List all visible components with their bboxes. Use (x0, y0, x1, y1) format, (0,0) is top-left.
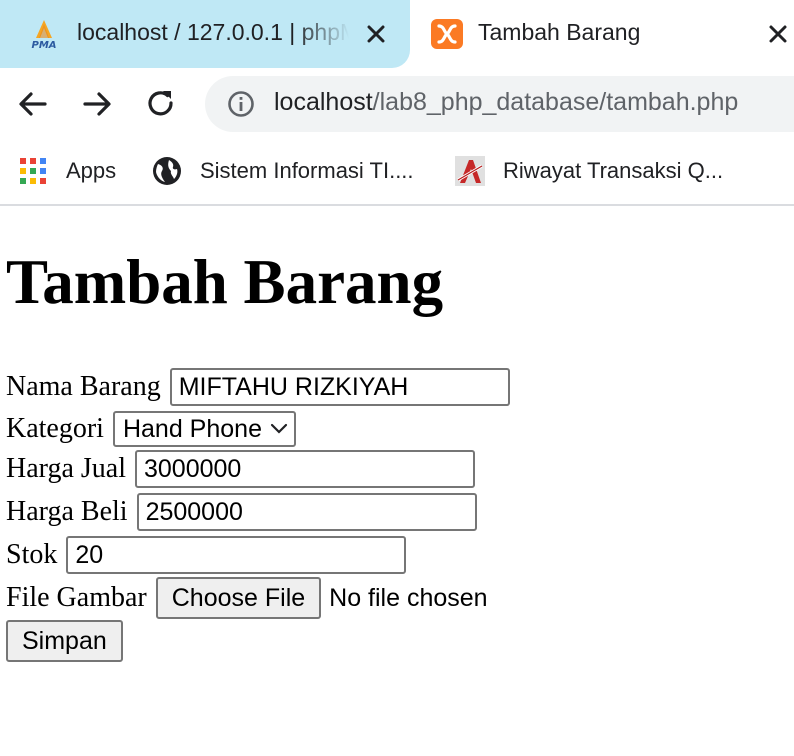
nama-barang-input[interactable]: MIFTAHU RIZKIYAH (169, 368, 510, 406)
harga-jual-input[interactable]: 3000000 (135, 450, 475, 488)
row-stok: Stok 20 (6, 534, 407, 576)
row-kategori: Kategori Hand Phone (6, 408, 296, 450)
phpmyadmin-icon: PMA (31, 20, 57, 50)
tab-tambah-barang[interactable]: Tambah Barang (410, 0, 794, 68)
forward-arrow-icon[interactable] (79, 86, 115, 122)
info-icon[interactable] (227, 90, 255, 118)
tab-strip: PMA localhost / 127.0.0.1 | phpMyAdmin T… (0, 0, 794, 68)
file-gambar-label: File Gambar (6, 582, 147, 613)
kategori-select[interactable]: Hand Phone (112, 411, 296, 447)
row-harga-beli: Harga Beli 2500000 (6, 491, 477, 533)
page-content: Tambah Barang Nama Barang MIFTAHU RIZKIY… (0, 206, 794, 756)
url-text: localhost/lab8_php_database/tambah.php (274, 88, 738, 117)
xampp-icon (431, 19, 463, 49)
stok-input[interactable]: 20 (66, 536, 407, 574)
chevron-down-icon (270, 423, 288, 434)
bookmark-riwayat-transaksi[interactable]: Riwayat Transaksi Q... (455, 154, 723, 188)
stok-label: Stok (6, 539, 58, 570)
nama-barang-label: Nama Barang (6, 371, 161, 402)
back-arrow-icon[interactable] (15, 86, 51, 122)
close-icon[interactable] (362, 20, 390, 48)
reload-icon[interactable] (143, 86, 179, 122)
harga-beli-label: Harga Beli (6, 496, 128, 527)
harga-jual-label: Harga Jual (6, 453, 126, 484)
bookmark-label: Apps (66, 158, 117, 183)
bookmarks-bar: Apps Sistem Informasi TI.... Riwayat Tra… (0, 140, 794, 206)
address-bar[interactable]: localhost/lab8_php_database/tambah.php (205, 76, 794, 132)
row-file-gambar: File Gambar Choose File No file chosen (6, 577, 488, 619)
no-file-chosen-text: No file chosen (329, 583, 488, 612)
kategori-selected-value: Hand Phone (122, 414, 262, 443)
row-nama-barang: Nama Barang MIFTAHU RIZKIYAH (6, 366, 510, 408)
bookmark-apps[interactable]: Apps (18, 154, 116, 188)
apps-grid-icon (20, 158, 46, 184)
bookmark-label: Sistem Informasi TI.... (200, 158, 414, 183)
tab-title: Tambah Barang (478, 19, 641, 45)
harga-beli-input[interactable]: 2500000 (136, 493, 477, 531)
browser-toolbar: localhost/lab8_php_database/tambah.php (0, 68, 794, 140)
row-submit: Simpan (6, 620, 123, 662)
tab-phpmyadmin[interactable]: PMA localhost / 127.0.0.1 | phpMyAdmin (0, 0, 410, 68)
tab-title: localhost / 127.0.0.1 | phpMyAdmin (77, 19, 349, 45)
simpan-button[interactable]: Simpan (6, 620, 123, 662)
bookmark-label: Riwayat Transaksi Q... (503, 158, 724, 183)
page-title: Tambah Barang (6, 247, 444, 317)
svg-text:PMA: PMA (31, 40, 56, 50)
url-host: localhost (274, 88, 373, 116)
kategori-label: Kategori (6, 413, 104, 444)
row-harga-jual: Harga Jual 3000000 (6, 448, 475, 490)
url-path: /lab8_php_database/tambah.php (372, 88, 739, 116)
globe-icon (153, 157, 181, 185)
bookmark-favicon-icon (455, 156, 485, 186)
bookmark-sistem-informasi[interactable]: Sistem Informasi TI.... (152, 154, 414, 188)
close-icon[interactable] (764, 20, 792, 48)
choose-file-button[interactable]: Choose File (155, 577, 322, 619)
